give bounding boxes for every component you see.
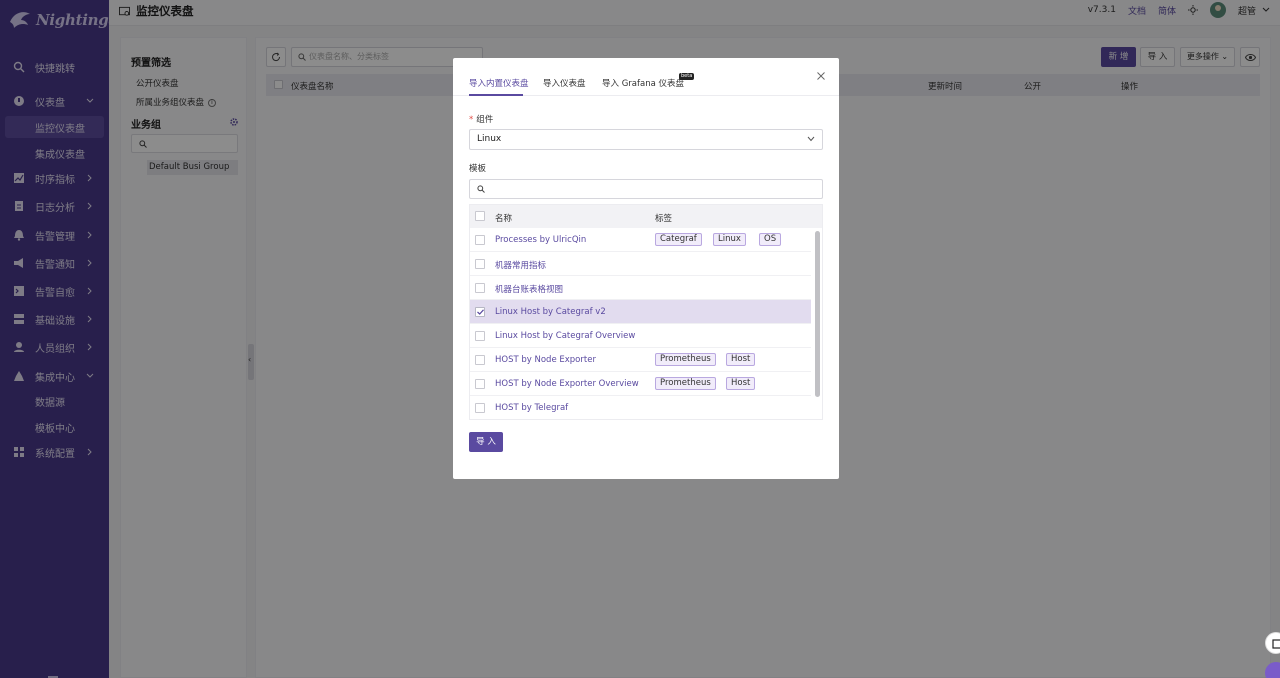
template-row-selected[interactable]: Linux Host by Categraf v2 bbox=[470, 300, 811, 324]
modal-tabs: 导入内置仪表盘 导入仪表盘 导入 Grafana 仪表盘 beta bbox=[453, 58, 839, 96]
template-name-link[interactable]: 机器常用指标 bbox=[495, 259, 546, 271]
template-table: 名称 标签 Processes by UlricQin Categraf Lin… bbox=[469, 204, 823, 420]
tag-badge: Categraf bbox=[655, 233, 702, 246]
component-select[interactable]: Linux bbox=[469, 129, 823, 150]
tag-badge: Linux bbox=[713, 233, 746, 246]
tag-badge: Prometheus bbox=[655, 353, 716, 366]
template-search-input[interactable] bbox=[469, 179, 823, 199]
tab-import-dashboard[interactable]: 导入仪表盘 bbox=[543, 77, 586, 89]
template-row[interactable]: 机器台账表格视图 bbox=[470, 276, 811, 300]
template-row[interactable]: Linux Host by Categraf Overview bbox=[470, 324, 811, 348]
template-row[interactable]: HOST by Node Exporter Prometheus Host bbox=[470, 348, 811, 372]
import-dashboard-modal: 导入内置仪表盘 导入仪表盘 导入 Grafana 仪表盘 beta * 组件 Li… bbox=[453, 58, 839, 479]
tab-import-builtin[interactable]: 导入内置仪表盘 bbox=[469, 77, 529, 89]
template-row[interactable]: HOST by Telegraf bbox=[470, 396, 811, 419]
template-name-link[interactable]: HOST by Telegraf bbox=[495, 403, 568, 413]
check-icon bbox=[477, 309, 484, 315]
template-row[interactable]: HOST by Node Exporter Overview Prometheu… bbox=[470, 372, 811, 396]
beta-badge: beta bbox=[679, 73, 695, 80]
row-checkbox[interactable] bbox=[475, 355, 485, 365]
row-checkbox[interactable] bbox=[475, 403, 485, 413]
template-table-header: 名称 标签 bbox=[470, 205, 822, 228]
import-submit-button[interactable]: 导 入 bbox=[469, 432, 503, 452]
template-name-link[interactable]: HOST by Node Exporter bbox=[495, 355, 596, 365]
template-label: 模板 bbox=[469, 164, 487, 174]
tag-badge: OS bbox=[759, 233, 782, 246]
tab-import-grafana[interactable]: 导入 Grafana 仪表盘 bbox=[602, 77, 684, 89]
scrollbar-thumb[interactable] bbox=[815, 231, 820, 397]
template-name-link[interactable]: Processes by UlricQin bbox=[495, 235, 586, 245]
template-name-link[interactable]: 机器台账表格视图 bbox=[495, 283, 563, 295]
table-scrollbar[interactable] bbox=[813, 229, 821, 419]
floating-assistant-button[interactable] bbox=[1265, 662, 1280, 678]
row-checkbox[interactable] bbox=[475, 331, 485, 341]
template-name-link[interactable]: Linux Host by Categraf v2 bbox=[495, 307, 606, 317]
component-label: * 组件 bbox=[469, 115, 494, 125]
chevron-down-icon bbox=[807, 136, 815, 142]
template-name-link[interactable]: Linux Host by Categraf Overview bbox=[495, 331, 635, 341]
template-name-link[interactable]: HOST by Node Exporter Overview bbox=[495, 379, 639, 389]
row-checkbox[interactable] bbox=[475, 283, 485, 293]
template-row[interactable]: Processes by UlricQin Categraf Linux OS bbox=[470, 228, 811, 252]
book-icon bbox=[1272, 639, 1280, 649]
column-header-tags: 标签 bbox=[655, 214, 673, 224]
row-checkbox[interactable] bbox=[475, 235, 485, 245]
search-icon bbox=[477, 185, 485, 193]
active-tab-indicator bbox=[469, 94, 523, 96]
template-row[interactable]: 机器常用指标 bbox=[470, 252, 811, 276]
row-checkbox[interactable] bbox=[475, 379, 485, 389]
row-checkbox-checked[interactable] bbox=[475, 307, 485, 317]
column-header-name: 名称 bbox=[495, 214, 513, 224]
row-checkbox[interactable] bbox=[475, 259, 485, 269]
tag-badge: Prometheus bbox=[655, 377, 716, 390]
select-all-checkbox[interactable] bbox=[475, 211, 485, 221]
tag-badge: Host bbox=[726, 353, 756, 366]
floating-help-button[interactable] bbox=[1265, 632, 1280, 654]
tag-badge: Host bbox=[726, 377, 756, 390]
close-icon[interactable] bbox=[817, 72, 825, 80]
required-mark: * bbox=[469, 115, 474, 125]
